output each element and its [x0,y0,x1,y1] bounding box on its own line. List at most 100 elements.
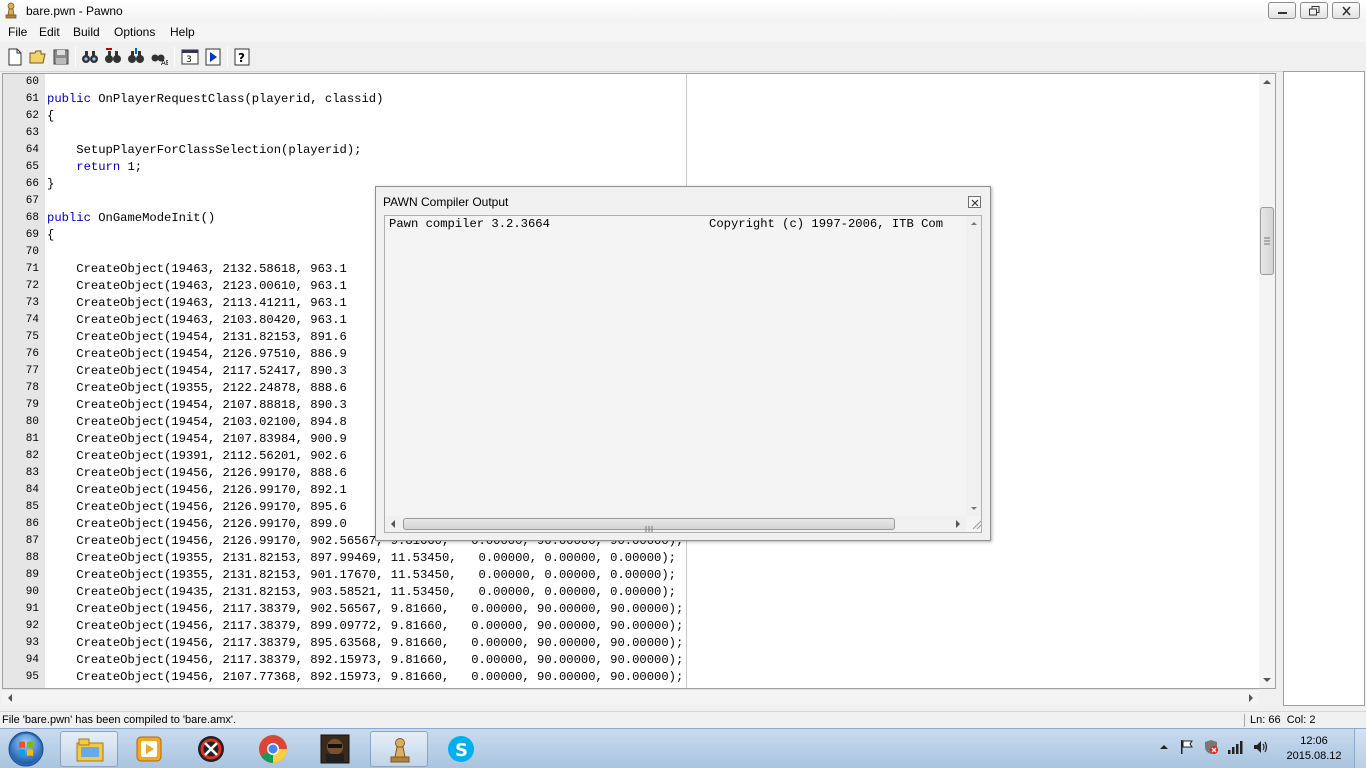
scroll-up-icon[interactable] [1259,74,1275,90]
scroll-left-icon[interactable] [2,690,18,706]
code-text: { [47,227,54,244]
replace-all-button[interactable]: AB [148,46,170,68]
show-desktop-button[interactable] [1354,729,1366,768]
editor-horizontal-scrollbar[interactable] [2,689,1259,705]
tray-expand-icon[interactable] [1159,742,1169,752]
menu-edit[interactable]: Edit [39,25,60,39]
replace-button[interactable] [125,46,147,68]
volume-icon[interactable] [1252,739,1270,755]
code-line[interactable]: 61 public OnPlayerRequestClass(playerid, … [3,91,1263,108]
new-icon [8,48,22,66]
scroll-down-icon[interactable] [966,500,982,516]
code-line[interactable]: 95 CreateObject(19456, 2107.77368, 892.1… [3,669,1263,686]
code-line[interactable]: 88 CreateObject(19355, 2131.82153, 897.9… [3,550,1263,567]
toolbar-separator [75,47,76,67]
new-button[interactable] [4,46,26,68]
status-separator [1244,714,1245,727]
security-shield-icon[interactable] [1203,739,1219,755]
line-number: 82 [25,450,39,462]
scroll-up-icon[interactable] [966,216,982,232]
restore-button[interactable] [1300,2,1328,19]
action-center-flag-icon[interactable] [1179,739,1195,755]
code-content: CreateObject(19355, 2131.82153, 897.9946… [47,551,676,565]
compiler-output-text[interactable]: Pawn compiler 3.2.3664 Copyright (c) 199… [384,215,982,533]
line-number: 66 [25,178,39,190]
code-text: } [47,176,54,193]
taskbar-explorer[interactable] [60,731,118,767]
code-line[interactable]: 90 CreateObject(19435, 2131.82153, 903.5… [3,584,1263,601]
window-title: bare.pwn - Pawno [26,4,123,18]
line-number: 81 [25,433,39,445]
line-number: 92 [25,620,39,632]
taskbar-chrome[interactable] [244,731,302,767]
code-line[interactable]: 91 CreateObject(19456, 2117.38379, 902.5… [3,601,1263,618]
menu-options[interactable]: Options [114,25,155,39]
code-line[interactable]: 62 { [3,108,1263,125]
font-button[interactable]: 3 [179,46,201,68]
minimize-button[interactable] [1268,2,1296,19]
line-number: 63 [25,127,39,139]
vertical-scroll-thumb[interactable] [1260,207,1274,275]
code-text: CreateObject(19456, 2126.99170, 892.1 [47,482,347,499]
scroll-right-icon[interactable] [1243,690,1259,706]
svg-text:AB: AB [161,59,168,66]
code-text: CreateObject(19454, 2126.97510, 886.9 [47,346,347,363]
taskbar-media-player[interactable] [120,731,178,767]
compiler-output-dialog[interactable]: PAWN Compiler Output Pawn compiler 3.2.3… [375,186,991,541]
code-content: CreateObject(19463, 2113.41211, 963.1 [47,296,347,310]
chrome-icon [259,735,287,763]
status-bar: File 'bare.pwn' has been compiled to 'ba… [0,711,1366,728]
code-line[interactable]: 93 CreateObject(19456, 2117.38379, 895.6… [3,635,1263,652]
line-number: 77 [25,365,39,377]
resize-grip-icon[interactable] [970,518,982,530]
code-line[interactable]: 65 return 1; [3,159,1263,176]
start-button-icon[interactable] [4,730,48,768]
line-number: 62 [25,110,39,122]
open-button[interactable] [27,46,49,68]
dialog-vertical-scrollbar[interactable] [966,216,982,516]
clock-date: 2015.08.12 [1286,750,1342,762]
help-button[interactable]: ? [231,46,253,68]
code-content: CreateObject(19355, 2131.82153, 901.1767… [47,568,676,582]
save-button[interactable] [50,46,72,68]
code-content: CreateObject(19454, 2103.02100, 894.8 [47,415,347,429]
menu-build[interactable]: Build [73,25,100,39]
scroll-down-icon[interactable] [1259,672,1275,688]
scroll-left-icon[interactable] [385,516,401,532]
close-button[interactable] [1332,2,1360,19]
taskbar-gta-sa[interactable] [182,731,240,767]
taskbar-gta-character[interactable] [306,731,364,767]
code-text: CreateObject(19454, 2107.83984, 900.9 [47,431,347,448]
scroll-right-icon[interactable] [950,516,966,532]
title-bar[interactable]: bare.pwn - Pawno [0,0,1366,22]
menu-file[interactable]: File [8,25,27,39]
code-content: CreateObject(19454, 2107.88818, 890.3 [47,398,347,412]
dialog-close-button[interactable] [968,196,981,208]
find-next-button[interactable] [102,46,124,68]
line-number: 80 [25,416,39,428]
code-line[interactable]: 64 SetupPlayerForClassSelection(playerid… [3,142,1263,159]
code-content: CreateObject(19454, 2117.52417, 890.3 [47,364,347,378]
taskbar-pawno[interactable] [370,731,428,767]
system-clock[interactable]: 12:06 2015.08.12 [1282,734,1346,764]
find-button[interactable] [79,46,101,68]
dialog-title: PAWN Compiler Output [383,195,509,209]
code-text: CreateObject(19391, 2112.56201, 902.6 [47,448,347,465]
network-signal-icon[interactable] [1227,739,1245,755]
find-icon [82,51,98,63]
code-line[interactable]: 94 CreateObject(19456, 2117.38379, 892.1… [3,652,1263,669]
code-content: CreateObject(19391, 2112.56201, 902.6 [47,449,347,463]
dialog-horizontal-scrollbar[interactable] [385,516,966,532]
code-line[interactable]: 92 CreateObject(19456, 2117.38379, 899.0… [3,618,1263,635]
code-line[interactable]: 89 CreateObject(19355, 2131.82153, 901.1… [3,567,1263,584]
line-number: 86 [25,518,39,530]
code-line[interactable]: 60 [3,74,1263,91]
editor-vertical-scrollbar[interactable] [1259,74,1275,688]
code-line[interactable]: 63 [3,125,1263,142]
replace-icon [128,48,144,63]
function-list[interactable] [1283,71,1365,706]
horizontal-scroll-thumb[interactable] [403,518,895,532]
taskbar-skype[interactable]: S [432,731,490,767]
menu-help[interactable]: Help [170,25,195,39]
compile-run-button[interactable] [202,46,224,68]
